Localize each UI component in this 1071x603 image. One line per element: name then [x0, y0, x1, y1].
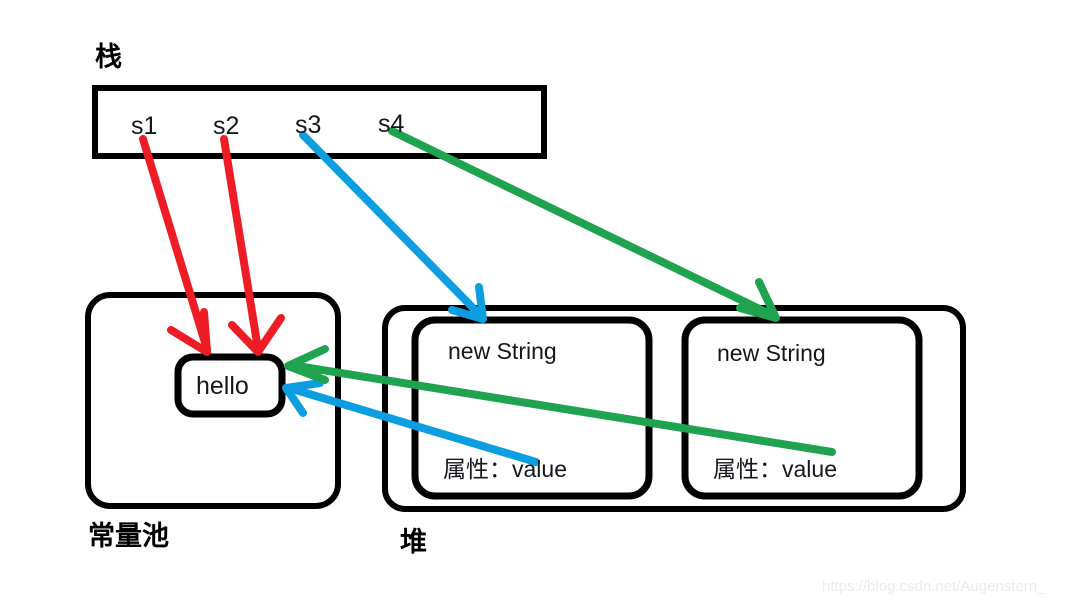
stack-variable-s3: s3 [295, 111, 322, 139]
arrow-heap-object-1-value-to-hello [282, 379, 540, 466]
heap-object-2-field: 属性：value [713, 456, 837, 482]
constant-pool-entry-hello: hello [196, 372, 249, 400]
constant-pool-label: 常量池 [88, 521, 169, 551]
shapes-layer [85, 85, 966, 512]
arrow-s2-to-hello [220, 135, 285, 356]
arrow-s1-to-hello [139, 135, 211, 356]
heap-object-1-title: new String [448, 338, 557, 364]
stack-variable-s2: s2 [213, 112, 240, 140]
diagram-canvas: 栈 s1 s2 s3 s4 hello 常量池 new String 属性：va… [0, 0, 1071, 603]
stack-variable-s1: s1 [131, 112, 158, 140]
stack-variable-s4: s4 [378, 110, 405, 138]
arrow-s4-to-heap-object-2 [388, 127, 780, 322]
heap-object-2-title: new String [717, 340, 826, 366]
stack-label: 栈 [95, 42, 122, 72]
heap-label: 堆 [400, 527, 427, 557]
arrow-s3-to-heap-object-1 [299, 131, 487, 323]
watermark: https://blog.csdn.net/Augenstern_ [822, 578, 1046, 595]
constant-pool-box [85, 292, 341, 509]
heap-object-1-field: 属性：value [443, 456, 567, 482]
arrows-layer [139, 127, 836, 466]
